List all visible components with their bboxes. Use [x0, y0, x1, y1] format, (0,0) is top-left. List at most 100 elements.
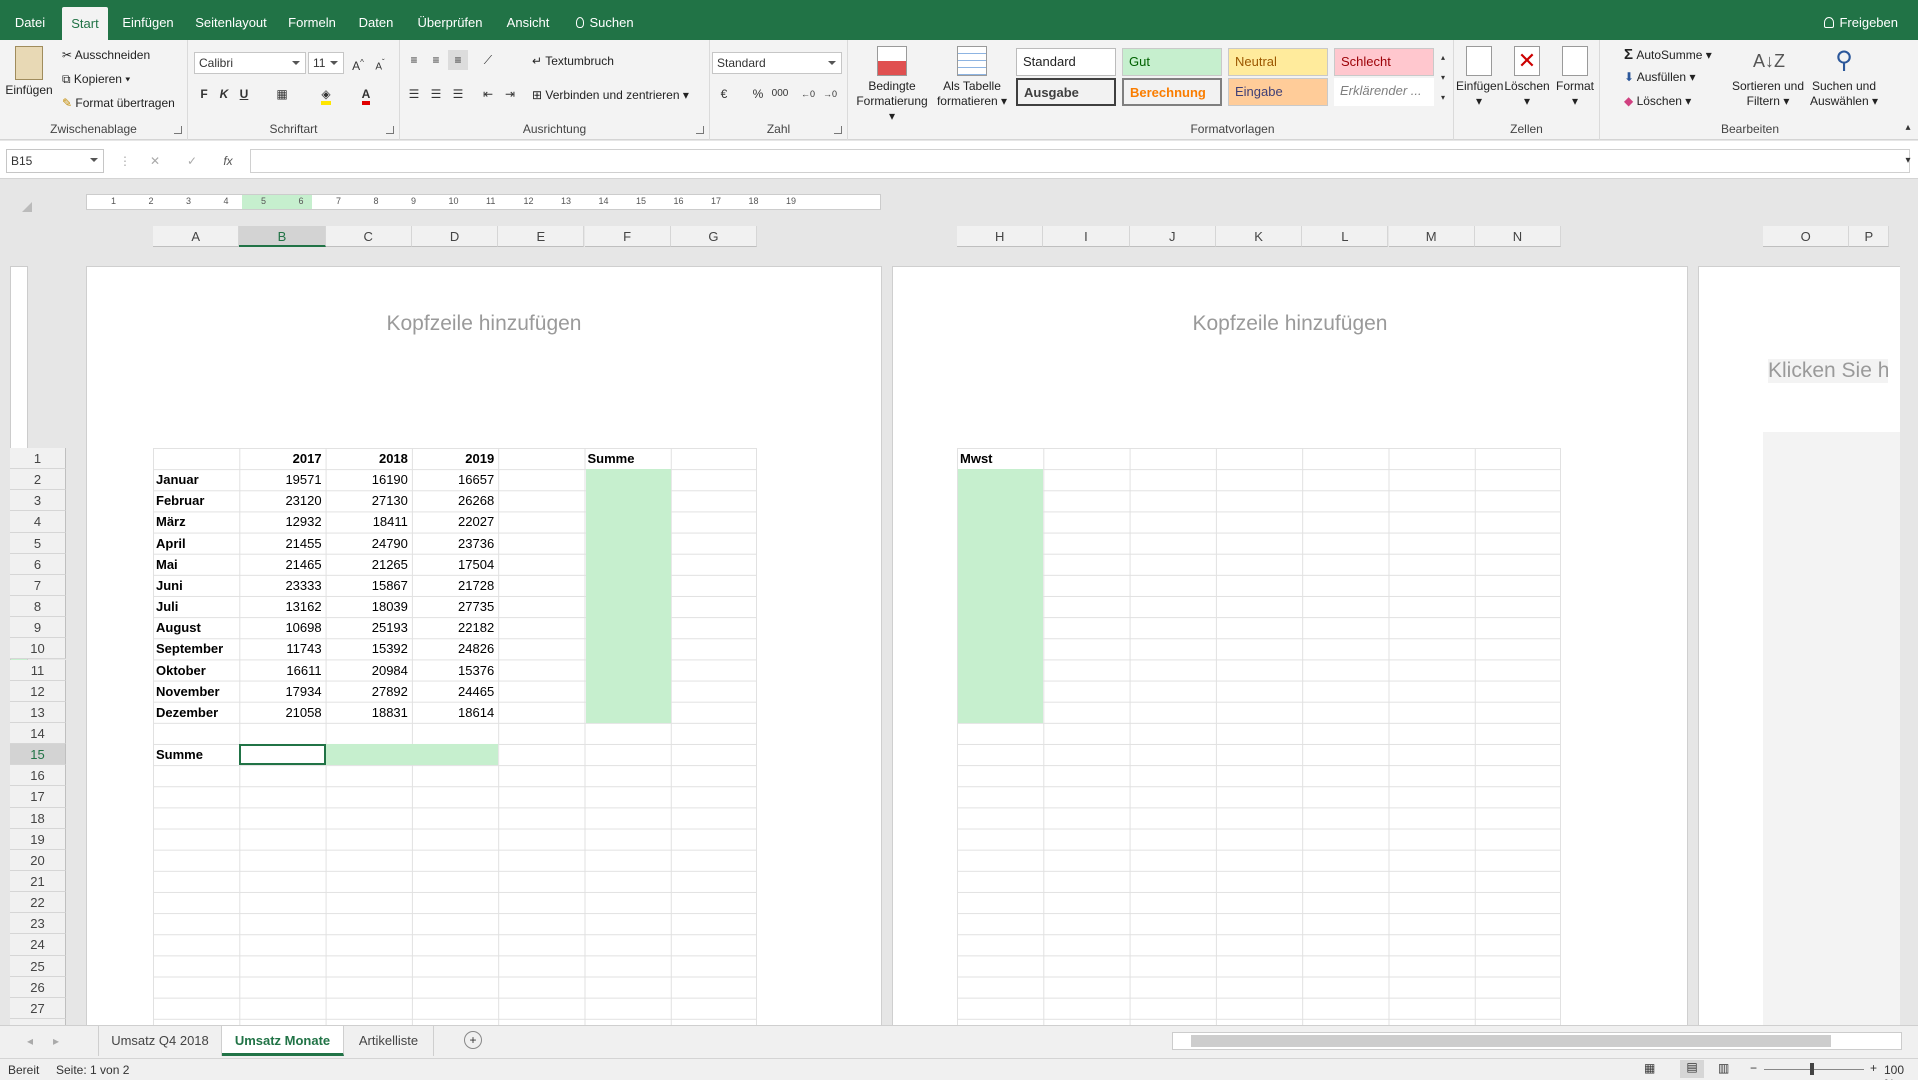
clear-button[interactable]: ◆ Löschen ▾: [1624, 94, 1691, 108]
style-explanatory[interactable]: Erklärender ...: [1334, 78, 1434, 106]
tab-file[interactable]: Datei: [10, 0, 50, 40]
add-sheet-icon[interactable]: +: [464, 1031, 482, 1049]
find-select-button[interactable]: ⚲ Suchen und Auswählen ▾: [1806, 46, 1882, 109]
align-top-icon[interactable]: ≡: [404, 50, 424, 70]
delete-cells-button[interactable]: ✕ Löschen ▾: [1504, 46, 1550, 109]
style-calculation[interactable]: Berechnung: [1122, 78, 1222, 106]
value-cell[interactable]: 24465: [412, 681, 498, 702]
year-header-2019[interactable]: 2019: [412, 448, 498, 469]
value-cell[interactable]: 11743: [239, 638, 325, 659]
style-output[interactable]: Ausgabe: [1016, 78, 1116, 106]
style-neutral[interactable]: Neutral: [1228, 48, 1328, 76]
sheet-tab-umsatz-q4-2018[interactable]: Umsatz Q4 2018: [98, 1026, 222, 1056]
value-cell[interactable]: 10698: [239, 617, 325, 638]
share-button[interactable]: Freigeben: [1824, 0, 1898, 40]
row-header-18[interactable]: 18: [10, 807, 66, 829]
row-header-12[interactable]: 12: [10, 680, 66, 702]
value-cell[interactable]: 25193: [326, 617, 412, 638]
autosum-button[interactable]: Σ AutoSumme ▾: [1624, 46, 1712, 63]
tab-page-layout[interactable]: Seitenlayout: [192, 0, 270, 40]
value-cell[interactable]: 17934: [239, 681, 325, 702]
month-cell[interactable]: August: [153, 617, 239, 638]
value-cell[interactable]: 27892: [326, 681, 412, 702]
value-cell[interactable]: 22027: [412, 511, 498, 532]
column-header-d[interactable]: D: [411, 226, 499, 247]
insert-function-icon[interactable]: fx: [218, 151, 238, 171]
value-cell[interactable]: 13162: [239, 596, 325, 617]
column-header-o[interactable]: O: [1763, 226, 1850, 247]
font-launcher-icon[interactable]: [386, 126, 394, 134]
value-cell[interactable]: 23736: [412, 533, 498, 554]
value-cell[interactable]: 23120: [239, 490, 325, 511]
row-header-13[interactable]: 13: [10, 701, 66, 723]
column-header-i[interactable]: I: [1043, 226, 1130, 247]
active-cell-b15[interactable]: [239, 744, 326, 766]
tab-data[interactable]: Daten: [354, 0, 398, 40]
column-header-g[interactable]: G: [670, 226, 758, 247]
column-header-c[interactable]: C: [325, 226, 412, 247]
row-header-27[interactable]: 27: [10, 997, 66, 1020]
decrease-decimal-icon[interactable]: →0: [820, 84, 840, 104]
tab-formulas[interactable]: Formeln: [284, 0, 340, 40]
gallery-more-icon[interactable]: ▾: [1436, 88, 1450, 108]
paste-button[interactable]: Einfügen: [4, 46, 54, 98]
row-header-2[interactable]: 2: [10, 469, 66, 491]
value-cell[interactable]: 21265: [326, 554, 412, 575]
font-size-select[interactable]: 11: [308, 52, 344, 74]
value-cell[interactable]: 12932: [239, 511, 325, 532]
tell-me-search[interactable]: Suchen: [572, 0, 638, 40]
value-cell[interactable]: 20984: [326, 660, 412, 681]
style-bad[interactable]: Schlecht: [1334, 48, 1434, 76]
wrap-text-button[interactable]: ↵ Textumbruch: [532, 54, 614, 68]
sum-header-cell[interactable]: Summe: [585, 448, 671, 469]
increase-decimal-icon[interactable]: ←0: [798, 84, 818, 104]
header-placeholder-page3[interactable]: Klicken Sie hi: [1768, 359, 1888, 383]
value-cell[interactable]: 24790: [326, 533, 412, 554]
gallery-scroll-up-icon[interactable]: ▴: [1436, 48, 1450, 68]
cancel-entry-icon[interactable]: ✕: [145, 151, 165, 171]
tab-insert[interactable]: Einfügen: [118, 0, 178, 40]
sum-row-label[interactable]: Summe: [153, 744, 239, 765]
header-placeholder-page1[interactable]: Kopfzeile hinzufügen: [86, 312, 882, 336]
column-header-f[interactable]: F: [584, 226, 671, 247]
column-header-k[interactable]: K: [1215, 226, 1303, 247]
page-layout-view-icon[interactable]: ▤: [1680, 1060, 1704, 1078]
value-cell[interactable]: 18614: [412, 702, 498, 723]
tab-scroll-left-icon[interactable]: ◂: [20, 1031, 40, 1051]
fill-color-icon[interactable]: ◈: [316, 84, 336, 105]
sort-filter-button[interactable]: A↓Z Sortieren und Filtern ▾: [1730, 46, 1806, 109]
month-cell[interactable]: Dezember: [153, 702, 239, 723]
format-as-table-button[interactable]: Als Tabelle formatieren ▾: [934, 46, 1010, 109]
row-header-22[interactable]: 22: [10, 892, 66, 914]
row-header-3[interactable]: 3: [10, 490, 66, 512]
row-header-19[interactable]: 19: [10, 828, 66, 850]
zoom-slider[interactable]: [1764, 1063, 1864, 1075]
percent-button[interactable]: %: [748, 84, 768, 104]
increase-indent-icon[interactable]: ⇥: [500, 84, 520, 104]
align-middle-icon[interactable]: ≡: [426, 50, 446, 70]
alignment-launcher-icon[interactable]: [696, 126, 704, 134]
column-header-n[interactable]: N: [1474, 226, 1562, 247]
format-painter-button[interactable]: ✎ Format übertragen: [62, 96, 175, 110]
row-header-6[interactable]: 6: [10, 553, 66, 575]
grow-font-icon[interactable]: A^: [348, 53, 368, 73]
month-cell[interactable]: November: [153, 681, 239, 702]
month-cell[interactable]: Juli: [153, 596, 239, 617]
value-cell[interactable]: 22182: [412, 617, 498, 638]
tab-scroll-right-icon[interactable]: ▸: [46, 1031, 66, 1051]
value-cell[interactable]: 27735: [412, 596, 498, 617]
tab-start[interactable]: Start: [62, 7, 108, 40]
italic-button[interactable]: K: [214, 84, 234, 104]
align-left-icon[interactable]: ☰: [404, 84, 424, 104]
decrease-indent-icon[interactable]: ⇤: [478, 84, 498, 104]
gallery-scroll-down-icon[interactable]: ▾: [1436, 68, 1450, 88]
month-cell[interactable]: März: [153, 511, 239, 532]
value-cell[interactable]: 21058: [239, 702, 325, 723]
formula-input[interactable]: [250, 149, 1910, 173]
align-bottom-icon[interactable]: ≡: [448, 50, 468, 70]
sheet-tab-artikelliste[interactable]: Artikelliste: [344, 1026, 434, 1056]
tab-review[interactable]: Überprüfen: [412, 0, 488, 40]
year-header-2018[interactable]: 2018: [326, 448, 412, 469]
month-cell[interactable]: Oktober: [153, 660, 239, 681]
clipboard-launcher-icon[interactable]: [174, 126, 182, 134]
